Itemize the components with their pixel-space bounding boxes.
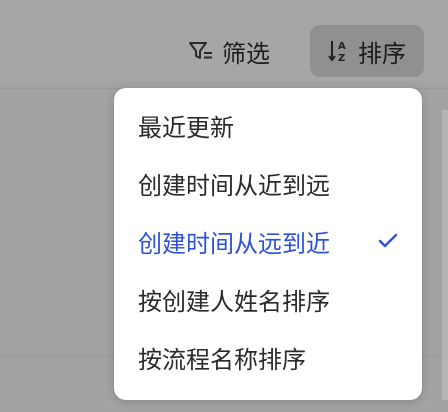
menu-item-label: 创建时间从近到远	[138, 171, 330, 200]
scrollbar-track	[442, 110, 448, 400]
sort-button[interactable]: A Z 排序	[310, 25, 424, 77]
menu-item-label: 创建时间从远到近	[138, 229, 330, 258]
menu-item-created-new-to-old[interactable]: 创建时间从近到远	[114, 154, 422, 212]
svg-text:Z: Z	[338, 53, 345, 64]
menu-item-sort-by-process-name[interactable]: 按流程名称排序	[114, 328, 422, 386]
filter-icon	[188, 40, 214, 62]
menu-item-label: 按流程名称排序	[138, 345, 306, 374]
menu-item-created-old-to-new[interactable]: 创建时间从远到近	[114, 212, 422, 270]
checkmark-icon	[378, 227, 398, 255]
filter-label: 筛选	[222, 39, 270, 68]
menu-item-recent-update[interactable]: 最近更新	[114, 96, 422, 154]
menu-item-label: 按创建人姓名排序	[138, 287, 330, 316]
sort-label: 排序	[358, 39, 406, 68]
menu-item-label: 最近更新	[138, 113, 234, 142]
svg-text:A: A	[338, 41, 346, 52]
sort-az-icon: A Z	[328, 38, 350, 64]
menu-item-sort-by-creator[interactable]: 按创建人姓名排序	[114, 270, 422, 328]
sort-dropdown-menu: 最近更新 创建时间从近到远 创建时间从远到近 按创建人姓名排序 按流程名称排序	[114, 88, 422, 400]
filter-button[interactable]: 筛选	[188, 27, 270, 75]
